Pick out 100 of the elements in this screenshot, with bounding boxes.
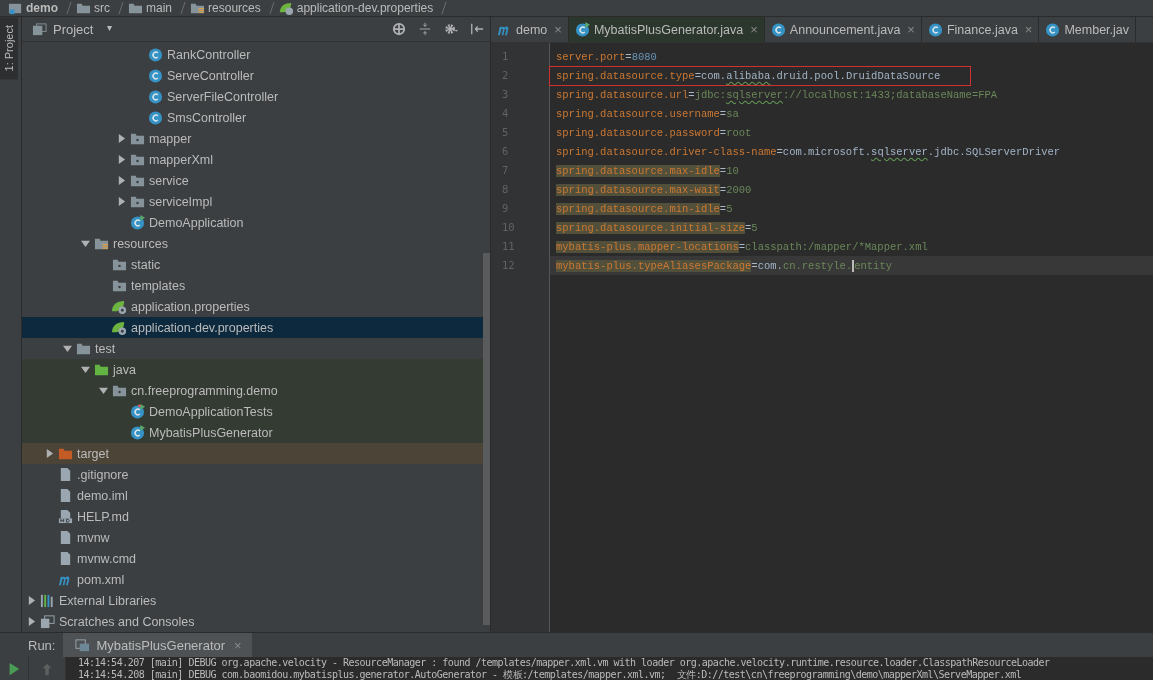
collapse-arrow-icon[interactable] (80, 365, 90, 374)
run-label: Run: (27, 637, 57, 653)
editor-tab[interactable]: Member.jav (1039, 17, 1137, 42)
settings-icon[interactable] (444, 22, 458, 36)
tree-item[interactable]: mapper (149, 131, 192, 146)
class-icon (148, 68, 163, 83)
close-tab-icon[interactable]: × (907, 22, 915, 37)
chevron-separator-icon (180, 1, 187, 15)
file-icon (58, 467, 73, 482)
breadcrumb-item[interactable]: application-dev.properties (278, 0, 448, 16)
view-selector[interactable]: Project ▾ (53, 21, 113, 37)
tree-item[interactable]: External Libraries (59, 593, 157, 608)
console-line: 14:14:54.207 [main] DEBUG org.apache.velocity - ResourceManager : found /templates/mapper.xml.vm with loader org.apache.velocity.runtime.resource.loader.ClasspathResourceLoader (78, 657, 1050, 669)
file-icon (58, 488, 73, 503)
editor-tab[interactable]: Finance.java × (921, 17, 1040, 42)
expand-arrow-icon[interactable] (116, 176, 126, 185)
class-icon (148, 110, 163, 125)
folder-icon (112, 278, 127, 293)
folder-icon (130, 173, 145, 188)
libraries-icon (40, 593, 55, 608)
file-icon (58, 551, 73, 566)
class-icon (148, 89, 163, 104)
file-icon (58, 530, 73, 545)
editor-tab[interactable]: demo × (491, 17, 569, 42)
code-line: spring.datasource.username=sa (556, 106, 739, 122)
hide-panel-icon[interactable] (470, 22, 484, 36)
tree-item[interactable]: serviceImpl (149, 194, 213, 209)
tree-item[interactable]: DemoApplicationTests (149, 404, 273, 419)
console-icon (75, 637, 91, 653)
tree-item[interactable]: pom.xml (77, 572, 125, 587)
collapse-arrow-icon[interactable] (62, 344, 72, 353)
tree-item[interactable]: SmsController (167, 110, 247, 125)
breadcrumb-item[interactable]: demo (8, 0, 72, 16)
code-line: server.port=8080 (556, 49, 657, 65)
class-icon (130, 425, 145, 440)
folder-icon (130, 152, 145, 167)
run-tab[interactable]: MybatisPlusGenerator × (63, 633, 252, 657)
code-line: spring.datasource.driver-class-name=com.microsoft.sqlserver.jdbc.SQLServerDriver (556, 144, 1061, 160)
editor-tab[interactable]: Announcement.java × (764, 17, 922, 42)
folder-icon (130, 131, 145, 146)
expand-arrow-icon[interactable] (116, 197, 126, 206)
code-line: spring.datasource.min-idle=5 (556, 201, 733, 217)
tree-item[interactable]: ServerFileController (167, 89, 279, 104)
tree-item[interactable]: service (149, 173, 189, 188)
expand-arrow-icon[interactable] (116, 134, 126, 143)
close-tab-icon[interactable]: × (554, 22, 562, 37)
tree-item[interactable]: .gitignore (77, 467, 129, 482)
tree-item[interactable]: static (131, 257, 161, 272)
chevron-separator-icon (441, 1, 448, 15)
folder-icon (130, 194, 145, 209)
code-line: spring.datasource.type=com.alibaba.druid.pool.DruidDataSource (550, 66, 971, 85)
chevron-separator-icon (66, 1, 72, 15)
tree-item[interactable]: application.properties (131, 299, 250, 314)
tree-item[interactable]: MybatisPlusGenerator (149, 425, 273, 440)
tree-item[interactable]: mapperXml (149, 152, 213, 167)
expand-arrow-icon[interactable] (26, 596, 36, 605)
chevron-separator-icon (268, 1, 275, 15)
package-icon (112, 383, 127, 398)
leaf-gear-icon (278, 0, 294, 16)
code-line: spring.datasource.initial-size=5 (556, 220, 758, 236)
project-view-icon (32, 21, 47, 37)
breadcrumb-item[interactable]: resources (190, 0, 275, 16)
locate-icon[interactable] (392, 22, 406, 36)
code-line: mybatis-plus.mapper-locations=classpath:/mapper/*Mapper.xml (556, 239, 928, 255)
tree-item[interactable]: demo.iml (77, 488, 128, 503)
class-icon (130, 404, 145, 419)
project-tool-window-button[interactable]: 1: Project (0, 17, 18, 80)
expand-arrow-icon[interactable] (116, 155, 126, 164)
tree-item[interactable]: RankController (167, 47, 251, 62)
tree-item[interactable]: mvnw (77, 530, 110, 545)
expand-arrow-icon[interactable] (26, 617, 36, 626)
class-icon (1045, 22, 1061, 37)
tree-item[interactable]: target (77, 446, 109, 461)
tree-item[interactable]: templates (131, 278, 186, 293)
close-tab-icon[interactable]: × (750, 22, 758, 37)
folder-icon (94, 362, 109, 377)
scrollbar[interactable] (483, 253, 490, 625)
class-icon (130, 215, 145, 230)
editor-tab[interactable]: MybatisPlusGenerator.java × (568, 17, 765, 42)
tree-item[interactable]: HELP.md (77, 509, 129, 524)
collapse-arrow-icon[interactable] (80, 239, 90, 248)
close-tab-icon[interactable]: × (1024, 22, 1033, 37)
tree-item[interactable]: Scratches and Consoles (59, 614, 195, 629)
run-icon[interactable] (7, 662, 21, 676)
collapse-arrow-icon[interactable] (98, 386, 108, 395)
folder-icon (112, 257, 127, 272)
console-line: 14:14:54.208 [main] DEBUG com.baomidou.mybatisplus.generator.AutoGenerator - 模板:/templates/mapper.xml.vm; 文件:D://test\cn\freeprogramming\demo\mapperXml\ServeMapper.xml (78, 668, 1023, 680)
console-icon (40, 614, 55, 629)
folder-icon (58, 446, 73, 461)
tree-item[interactable]: ServeController (167, 68, 254, 83)
breadcrumb-item[interactable]: main (128, 0, 187, 16)
tree-item[interactable]: java (113, 362, 136, 377)
expand-arrow-icon[interactable] (44, 449, 54, 458)
leaf-gear-icon (112, 299, 127, 314)
tree-item[interactable]: mvnw.cmd (77, 551, 137, 566)
tree-item[interactable]: DemoApplication (149, 215, 244, 230)
tree-item[interactable]: resources (113, 236, 168, 251)
tree-item[interactable]: test (95, 341, 116, 356)
folder-icon (76, 341, 91, 356)
breadcrumb-item[interactable]: src (76, 0, 124, 16)
